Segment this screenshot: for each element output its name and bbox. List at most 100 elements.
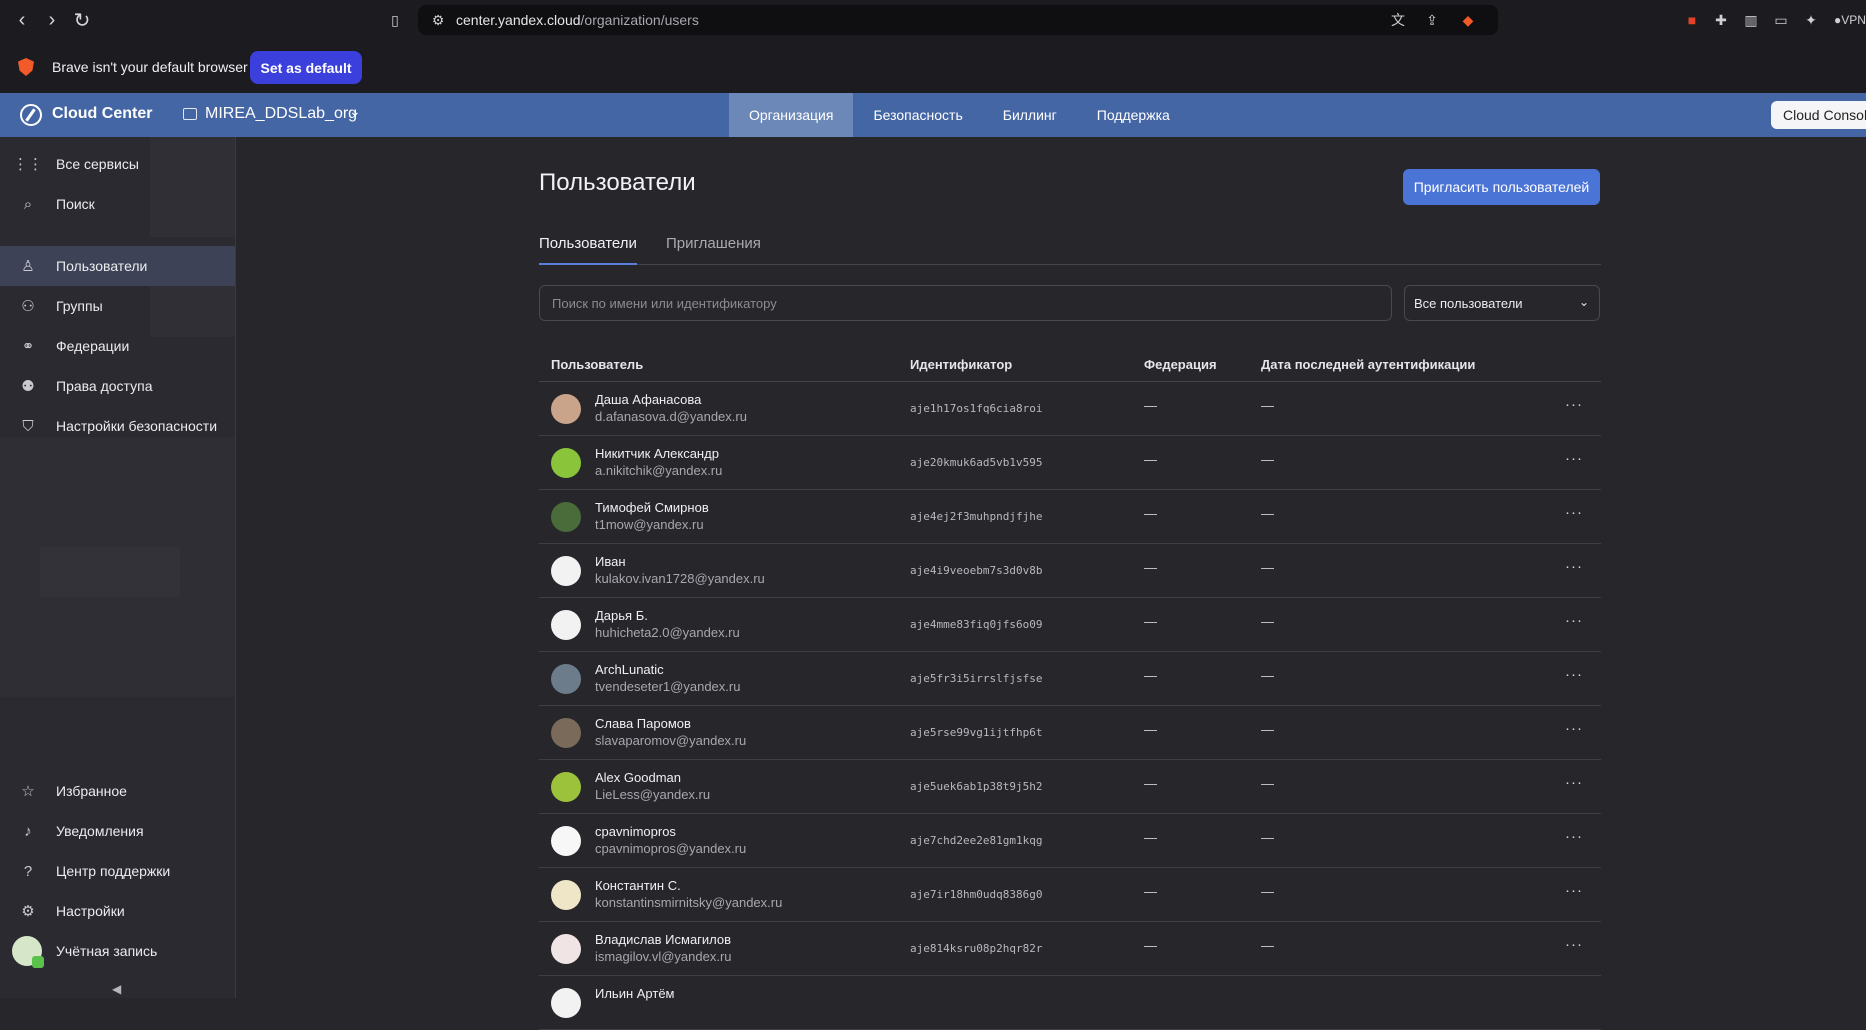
table-row[interactable]: Никитчик Александр a.nikitchik@yandex.ru a… [539, 436, 1601, 490]
bookmark-icon[interactable]: ▯ [385, 10, 405, 30]
last-auth-value: — [1261, 884, 1274, 899]
more-actions-icon[interactable]: ··· [1565, 558, 1583, 575]
user-email: konstantinsmirnitsky@yandex.ru [595, 895, 783, 910]
more-actions-icon[interactable]: ··· [1565, 396, 1583, 413]
table-row[interactable]: Дарья Б. huhicheta2.0@yandex.ru aje4mme83f… [539, 598, 1601, 652]
user-email: t1mow@yandex.ru [595, 517, 704, 532]
table-row[interactable]: Владислав Исмагилов ismagilov.vl@yandex.r… [539, 922, 1601, 976]
site-settings-icon[interactable]: ⚙ [428, 10, 448, 30]
more-actions-icon[interactable]: ··· [1565, 666, 1583, 683]
sidebar-item-groups[interactable]: ⚇ Группы [0, 286, 235, 326]
table-row[interactable]: ArchLunatic tvendeseter1@yandex.ru aje5fr3… [539, 652, 1601, 706]
share-icon[interactable]: ⇪ [1422, 10, 1442, 30]
avatar [551, 880, 581, 910]
user-icon: ♙ [21, 258, 35, 275]
table-row[interactable]: Alex Goodman LieLess@yandex.ru aje5uek6ab1… [539, 760, 1601, 814]
user-email: ismagilov.vl@yandex.ru [595, 949, 732, 964]
sidebar-item-notifications[interactable]: ♪ Уведомления [0, 811, 235, 851]
user-id: aje20kmuk6ad5vb1v595 [910, 456, 1043, 469]
sidebar-item-all-services[interactable]: ⋮⋮ Все сервисы [0, 144, 235, 184]
users-filter-select[interactable]: Все пользователи ⌄ [1404, 285, 1600, 321]
last-auth-value: — [1261, 830, 1274, 845]
invite-users-button[interactable]: Пригласить пользователей [1403, 169, 1600, 205]
more-actions-icon[interactable]: ··· [1565, 720, 1583, 737]
tab-security[interactable]: Безопасность [853, 93, 982, 137]
sidebar-item-favorites[interactable]: ☆ Избранное [0, 771, 235, 811]
federation-value: — [1144, 560, 1157, 575]
avatar [551, 718, 581, 748]
tab-organization[interactable]: Организация [729, 93, 854, 137]
user-email: cpavnimopros@yandex.ru [595, 841, 747, 856]
avatar [551, 556, 581, 586]
forward-icon[interactable]: › [40, 8, 64, 32]
avatar [551, 934, 581, 964]
star-icon: ☆ [21, 783, 35, 800]
more-actions-icon[interactable]: ··· [1565, 936, 1583, 953]
sidebar-item-federations[interactable]: ⚭ Федерации [0, 326, 235, 366]
last-auth-value: — [1261, 614, 1274, 629]
user-id: aje4i9veoebm7s3d0v8b [910, 564, 1043, 577]
sidebar-toggle-icon[interactable]: ▥ [1741, 10, 1761, 30]
sidebar-item-label: Права доступа [56, 378, 153, 394]
user-id: aje4mme83fiq0jfs6o09 [910, 618, 1043, 631]
federation-value: — [1144, 398, 1157, 413]
sidebar-item-users[interactable]: ♙ Пользователи [0, 246, 235, 286]
table-row[interactable]: cpavnimopros cpavnimopros@yandex.ru aje7ch… [539, 814, 1601, 868]
sidebar-item-security-settings[interactable]: ⛉ Настройки безопасности [0, 406, 235, 446]
table-row[interactable]: Константин С. konstantinsmirnitsky@yandex… [539, 868, 1601, 922]
translate-icon[interactable]: 文 [1388, 10, 1408, 30]
avatar [551, 988, 581, 1018]
more-actions-icon[interactable]: ··· [1565, 828, 1583, 845]
more-actions-icon[interactable]: ··· [1565, 882, 1583, 899]
table-row[interactable]: Тимофей Смирнов t1mow@yandex.ru aje4ej2f3m… [539, 490, 1601, 544]
cloud-console-button[interactable]: Cloud Console [1771, 101, 1866, 129]
user-id: aje7ir18hm0udq8386g0 [910, 888, 1043, 901]
reload-icon[interactable]: ↻ [70, 8, 94, 32]
wallet-icon[interactable]: ▭ [1771, 10, 1791, 30]
sidebar-item-label: Группы [56, 298, 103, 314]
brave-shields-icon[interactable]: ◆ [1458, 10, 1478, 30]
back-icon[interactable]: ‹ [10, 8, 34, 32]
leo-icon[interactable]: ✦ [1801, 10, 1821, 30]
avatar[interactable] [12, 936, 44, 968]
sidebar-decoration [40, 547, 180, 597]
column-header: Идентификатор [910, 357, 1013, 372]
tab-support[interactable]: Поддержка [1077, 93, 1190, 137]
tab-users[interactable]: Пользователи [539, 235, 637, 265]
search-input[interactable]: Поиск по имени или идентификатору [539, 285, 1392, 321]
sidebar-item-access[interactable]: ⚉ Права доступа [0, 366, 235, 406]
extensions-icon[interactable]: ✚ [1711, 10, 1731, 30]
tab-billing[interactable]: Биллинг [983, 93, 1077, 137]
access-icon: ⚉ [21, 378, 35, 395]
more-actions-icon[interactable]: ··· [1565, 450, 1583, 467]
last-auth-value: — [1261, 560, 1274, 575]
sidebar-item-settings[interactable]: ⚙ Настройки [0, 891, 235, 931]
tab-invitations[interactable]: Приглашения [666, 235, 761, 265]
vpn-button[interactable]: ● VPN [1834, 10, 1866, 30]
sidebar-item-label: Пользователи [56, 258, 148, 274]
more-actions-icon[interactable]: ··· [1565, 774, 1583, 791]
last-auth-value: — [1261, 398, 1274, 413]
table-row[interactable]: Ильин Артём [539, 976, 1601, 1030]
set-default-button[interactable]: Set as default [250, 51, 362, 84]
chevron-down-icon[interactable]: ⌄ [349, 103, 361, 120]
app-logo-text[interactable]: Cloud Center [52, 105, 152, 123]
address-bar[interactable]: ⚙ center.yandex.cloud/organization/users… [418, 5, 1498, 35]
sidebar-item-support-center[interactable]: ? Центр поддержки [0, 851, 235, 891]
more-actions-icon[interactable]: ··· [1565, 504, 1583, 521]
table-row[interactable]: Иван kulakov.ivan1728@yandex.ru aje4i9veoe… [539, 544, 1601, 598]
table-row[interactable]: Даша Афанасова d.afanasova.d@yandex.ru aje… [539, 382, 1601, 436]
last-auth-value: — [1261, 938, 1274, 953]
user-id: aje7chd2ee2e81gm1kqg [910, 834, 1043, 847]
record-icon[interactable]: ■ [1682, 10, 1702, 30]
shield-icon: ⛉ [22, 417, 34, 435]
user-id: aje5fr3i5irrslfjsfse [910, 672, 1043, 685]
collapse-sidebar-icon[interactable]: ◀ [112, 982, 121, 996]
more-actions-icon[interactable]: ··· [1565, 612, 1583, 629]
sidebar-item-label: Центр поддержки [56, 863, 171, 879]
browser-toolbar: ‹ › ↻ ▯ ⚙ center.yandex.cloud/organizati… [0, 0, 1866, 40]
page-title: Пользователи [539, 169, 696, 196]
sidebar-item-search[interactable]: ⌕ Поиск [0, 184, 235, 224]
table-row[interactable]: Слава Паромов slavaparomov@yandex.ru aje5r… [539, 706, 1601, 760]
org-selector[interactable]: MIREA_DDSLab_org [205, 105, 357, 123]
